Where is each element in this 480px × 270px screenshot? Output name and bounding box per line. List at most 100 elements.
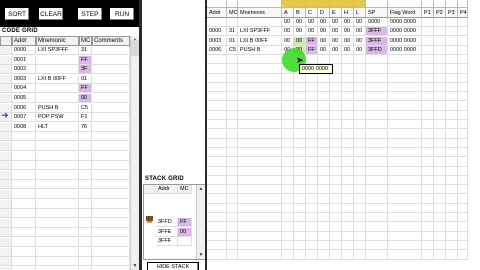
col-header-p3[interactable]: P3 xyxy=(446,8,458,18)
empty-cell[interactable] xyxy=(227,64,238,74)
trace-cell-mc[interactable]: C5 xyxy=(227,45,238,55)
empty-cell[interactable] xyxy=(342,176,354,186)
empty-cell[interactable] xyxy=(422,83,434,93)
sort-button[interactable]: SORT xyxy=(4,7,30,21)
empty-cell[interactable] xyxy=(227,120,238,130)
empty-cell[interactable] xyxy=(238,222,282,232)
empty-cell[interactable] xyxy=(227,138,238,148)
col-header-l[interactable]: L xyxy=(354,8,366,18)
empty-cell[interactable] xyxy=(342,111,354,120)
code-grid-row[interactable]: 0000 LXI SP3FFF 31 xyxy=(0,46,130,55)
trace-cell-e[interactable]: 00 xyxy=(330,45,342,55)
cell-mc[interactable]: F1 xyxy=(79,113,92,123)
empty-cell[interactable] xyxy=(366,250,388,260)
empty-cell[interactable] xyxy=(294,194,306,204)
cell-mnemonic[interactable] xyxy=(36,65,79,75)
empty-cell[interactable] xyxy=(282,111,294,120)
row-header[interactable] xyxy=(0,74,12,84)
empty-cell[interactable] xyxy=(422,129,434,139)
empty-cell[interactable] xyxy=(36,228,79,238)
empty-cell[interactable] xyxy=(330,194,342,204)
empty-cell[interactable] xyxy=(294,185,306,195)
empty-cell[interactable] xyxy=(282,138,294,148)
cell-mc[interactable]: 01 xyxy=(79,74,92,84)
empty-cell[interactable] xyxy=(458,157,468,167)
empty-cell[interactable] xyxy=(422,120,434,130)
empty-cell[interactable] xyxy=(238,157,282,167)
empty-cell[interactable] xyxy=(458,250,468,260)
trace-cell-h[interactable]: 00 xyxy=(342,36,354,46)
empty-cell[interactable] xyxy=(342,157,354,167)
scroll-down-icon[interactable]: ▼ xyxy=(131,262,139,270)
empty-cell[interactable] xyxy=(354,111,366,120)
empty-cell[interactable] xyxy=(330,148,342,158)
empty-cell[interactable] xyxy=(434,64,446,74)
empty-cell[interactable] xyxy=(92,209,130,219)
empty-cell[interactable] xyxy=(422,101,434,111)
empty-cell[interactable] xyxy=(388,176,422,186)
row-header[interactable] xyxy=(0,84,12,94)
empty-cell[interactable] xyxy=(446,250,458,260)
empty-cell[interactable] xyxy=(238,92,282,102)
empty-cell[interactable] xyxy=(366,129,388,139)
empty-cell[interactable] xyxy=(342,241,354,251)
empty-cell[interactable] xyxy=(227,241,238,251)
empty-cell[interactable] xyxy=(79,218,92,228)
empty-cell[interactable] xyxy=(434,101,446,111)
cell-comments[interactable] xyxy=(92,113,130,123)
empty-cell[interactable] xyxy=(36,190,79,199)
empty-cell[interactable] xyxy=(434,204,446,213)
trace-cell-l[interactable]: 00 xyxy=(354,18,366,27)
empty-cell[interactable] xyxy=(330,73,342,83)
empty-cell[interactable] xyxy=(342,231,354,241)
empty-cell[interactable] xyxy=(227,55,238,65)
empty-cell[interactable] xyxy=(446,204,458,213)
empty-cell[interactable] xyxy=(207,101,227,111)
empty-cell[interactable] xyxy=(207,64,227,74)
trace-cell-addr[interactable]: 0006 xyxy=(207,45,227,55)
empty-cell[interactable] xyxy=(330,129,342,139)
cell-mnemonic[interactable]: HLT xyxy=(36,122,79,132)
col-header-addr[interactable]: Addr xyxy=(12,36,36,46)
empty-cell[interactable] xyxy=(318,231,330,241)
trace-cell-mc[interactable]: 01 xyxy=(227,36,238,46)
cell-mc[interactable]: FF xyxy=(79,55,92,65)
empty-cell[interactable] xyxy=(422,185,434,195)
empty-cell[interactable] xyxy=(354,83,366,93)
empty-cell[interactable] xyxy=(294,176,306,186)
cell-addr[interactable]: 0007 xyxy=(12,113,36,123)
empty-cell[interactable] xyxy=(282,157,294,167)
code-grid-empty-row[interactable] xyxy=(0,228,130,238)
empty-cell[interactable] xyxy=(12,132,36,142)
code-grid-empty-row[interactable] xyxy=(0,209,130,219)
cell-comments[interactable] xyxy=(92,94,130,103)
empty-cell[interactable] xyxy=(388,250,422,260)
trace-cell-p4[interactable] xyxy=(458,36,468,46)
empty-cell[interactable] xyxy=(330,138,342,148)
empty-cell[interactable] xyxy=(318,55,330,65)
empty-cell[interactable] xyxy=(282,166,294,176)
empty-cell[interactable] xyxy=(318,241,330,251)
code-grid-empty-row[interactable] xyxy=(0,180,130,190)
empty-cell[interactable] xyxy=(282,250,294,260)
empty-cell[interactable] xyxy=(388,213,422,223)
empty-cell[interactable] xyxy=(318,101,330,111)
empty-cell[interactable] xyxy=(207,241,227,251)
trace-cell-p1[interactable] xyxy=(422,27,434,37)
empty-cell[interactable] xyxy=(354,204,366,213)
empty-cell[interactable] xyxy=(434,129,446,139)
empty-cell[interactable] xyxy=(306,157,318,167)
empty-cell[interactable] xyxy=(366,92,388,102)
empty-cell[interactable] xyxy=(318,166,330,176)
empty-cell[interactable] xyxy=(0,228,12,238)
empty-cell[interactable] xyxy=(434,148,446,158)
empty-cell[interactable] xyxy=(330,185,342,195)
empty-cell[interactable] xyxy=(342,166,354,176)
empty-cell[interactable] xyxy=(422,241,434,251)
cell-addr[interactable]: 0004 xyxy=(12,84,36,94)
stack-cell-addr[interactable]: 3FFE xyxy=(156,227,178,237)
empty-cell[interactable] xyxy=(92,151,130,161)
empty-cell[interactable] xyxy=(330,213,342,223)
empty-cell[interactable] xyxy=(354,120,366,130)
empty-cell[interactable] xyxy=(227,231,238,241)
